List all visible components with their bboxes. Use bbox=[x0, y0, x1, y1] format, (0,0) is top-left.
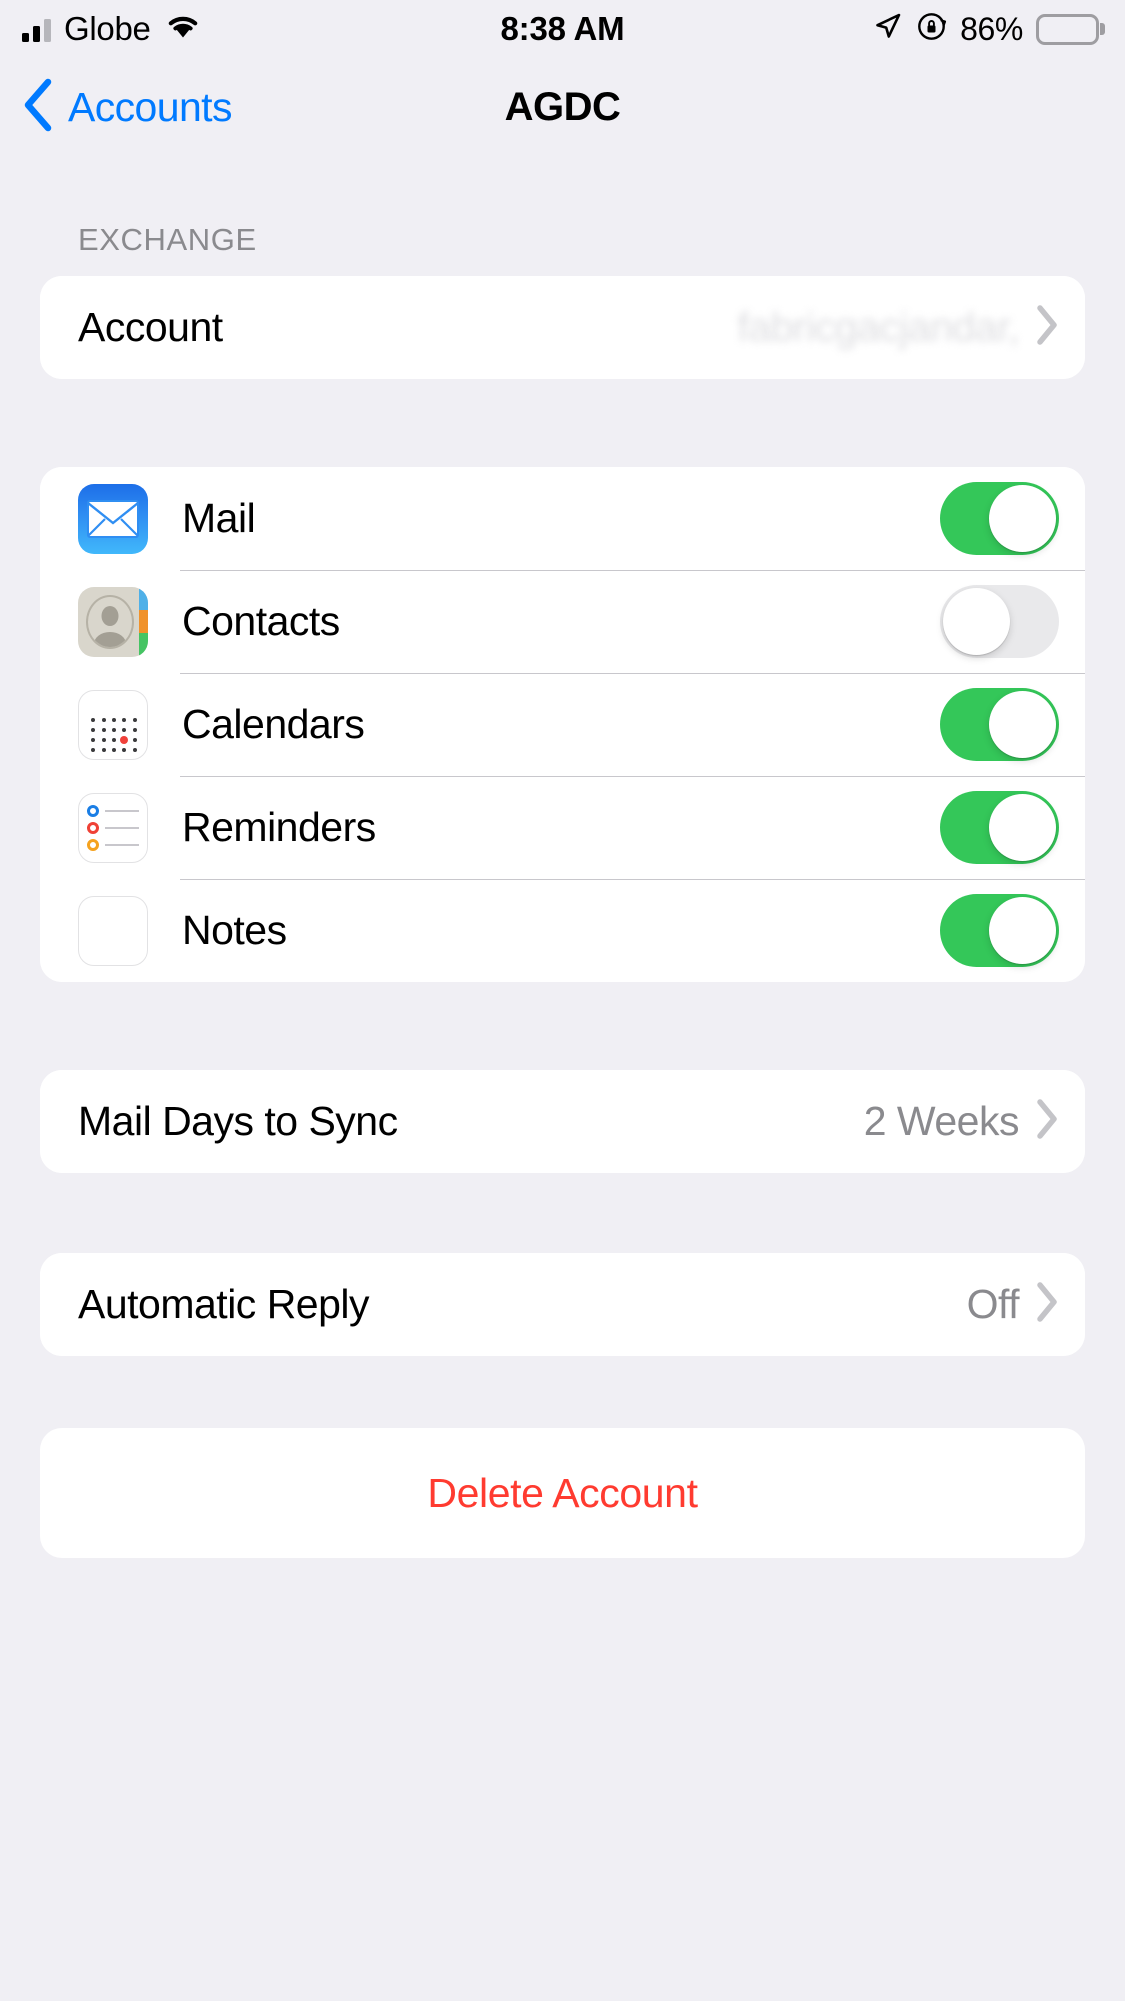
toggle-reminders[interactable] bbox=[940, 791, 1059, 864]
automatic-reply-label: Automatic Reply bbox=[78, 1281, 370, 1327]
toggle-contacts[interactable] bbox=[940, 585, 1059, 658]
service-row-contacts[interactable]: Contacts bbox=[40, 570, 1085, 673]
toggle-mail[interactable] bbox=[940, 482, 1059, 555]
mail-days-to-sync-value: 2 Weeks bbox=[863, 1098, 1020, 1144]
rotation-lock-icon bbox=[916, 11, 947, 47]
chevron-right-icon bbox=[1035, 1281, 1059, 1328]
navigation-bar: Accounts AGDC bbox=[0, 58, 1125, 156]
exchange-section-header: EXCHANGE bbox=[78, 222, 257, 257]
automatic-reply-card: Automatic Reply Off bbox=[40, 1253, 1085, 1356]
cellular-signal-icon bbox=[22, 16, 51, 42]
spacer-after-sync bbox=[40, 1173, 1085, 1253]
settings-screen: Globe 8:38 AM 86% Accounts AGDC EXCHANGE… bbox=[0, 0, 1125, 2001]
mail-days-to-sync-row[interactable]: Mail Days to Sync 2 Weeks bbox=[40, 1070, 1085, 1173]
toggle-notes[interactable] bbox=[940, 894, 1059, 967]
account-row-label: Account bbox=[78, 304, 223, 350]
location-arrow-icon bbox=[872, 11, 903, 47]
spacer-after-reply bbox=[40, 1356, 1085, 1428]
mail-days-to-sync-card: Mail Days to Sync 2 Weeks bbox=[40, 1070, 1085, 1173]
settings-content: EXCHANGE Account fabricgacjandar, Mail C… bbox=[0, 156, 1125, 1558]
chevron-right-icon bbox=[1035, 1098, 1059, 1145]
service-label-contacts: Contacts bbox=[182, 598, 340, 644]
exchange-account-card: Account fabricgacjandar, bbox=[40, 276, 1085, 379]
notes-app-icon bbox=[78, 895, 148, 966]
account-row-value: fabricgacjandar, bbox=[737, 304, 1020, 350]
automatic-reply-value: Off bbox=[966, 1281, 1020, 1327]
service-row-reminders[interactable]: Reminders bbox=[40, 776, 1085, 879]
battery-icon bbox=[1036, 13, 1099, 45]
mail-days-to-sync-label: Mail Days to Sync bbox=[78, 1098, 398, 1144]
services-card: Mail Contacts Calendars Reminders Notes bbox=[40, 467, 1085, 982]
mail-app-icon bbox=[78, 483, 148, 554]
carrier-label: Globe bbox=[64, 10, 151, 47]
toggle-calendars[interactable] bbox=[940, 688, 1059, 761]
spacer-after-services bbox=[40, 982, 1085, 1070]
service-row-calendars[interactable]: Calendars bbox=[40, 673, 1085, 776]
delete-account-label: Delete Account bbox=[427, 1469, 698, 1516]
service-label-reminders: Reminders bbox=[182, 804, 376, 850]
chevron-right-icon bbox=[1035, 304, 1059, 351]
delete-account-button[interactable]: Delete Account bbox=[40, 1428, 1085, 1558]
account-row[interactable]: Account fabricgacjandar, bbox=[40, 276, 1085, 379]
spacer-after-account bbox=[40, 379, 1085, 467]
contacts-app-icon bbox=[78, 586, 148, 657]
back-button-label: Accounts bbox=[68, 83, 232, 130]
service-row-notes[interactable]: Notes bbox=[40, 879, 1085, 982]
service-row-mail[interactable]: Mail bbox=[40, 467, 1085, 570]
automatic-reply-row[interactable]: Automatic Reply Off bbox=[40, 1253, 1085, 1356]
service-label-mail: Mail bbox=[182, 495, 256, 541]
calendars-app-icon bbox=[78, 689, 148, 760]
status-bar-right: 86% bbox=[872, 11, 1099, 48]
back-button[interactable]: Accounts bbox=[22, 78, 232, 137]
reminders-app-icon bbox=[78, 792, 148, 863]
status-bar: Globe 8:38 AM 86% bbox=[0, 0, 1125, 58]
wifi-icon bbox=[164, 13, 202, 46]
chevron-left-icon bbox=[22, 78, 54, 137]
service-label-notes: Notes bbox=[182, 907, 287, 953]
service-label-calendars: Calendars bbox=[182, 701, 365, 747]
battery-percent-label: 86% bbox=[960, 10, 1023, 47]
status-bar-left: Globe bbox=[22, 10, 202, 48]
